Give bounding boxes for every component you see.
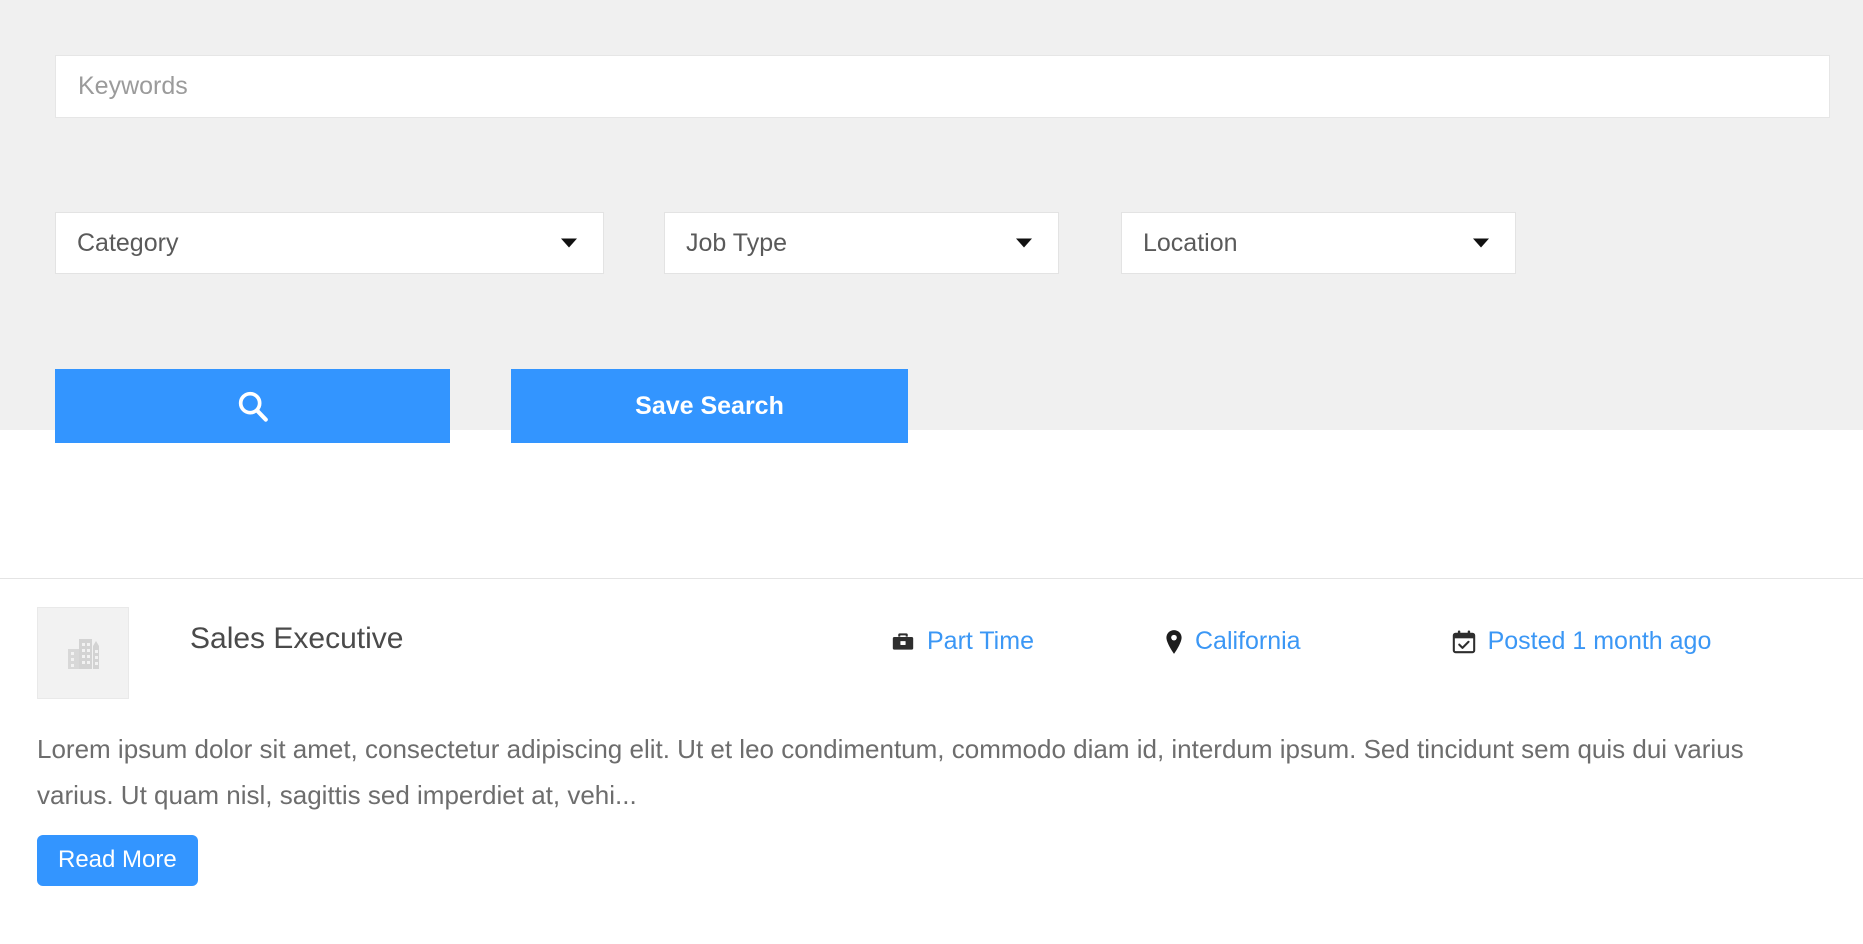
job-listing-header: Sales Executive Part Time California Pos… [0, 579, 1863, 719]
category-select-label: Category [77, 228, 179, 257]
jobtype-select[interactable]: Job Type [664, 212, 1059, 274]
job-search-panel: Category Job Type Location Save Search [0, 0, 1863, 443]
location-label: California [1194, 627, 1301, 655]
job-title[interactable]: Sales Executive [190, 622, 403, 656]
job-type-meta[interactable]: Part Time [890, 627, 1034, 656]
map-pin-icon [1164, 629, 1184, 655]
filter-dropdowns: Category Job Type Location [55, 212, 1516, 274]
calendar-check-icon [1451, 629, 1477, 655]
keywords-input[interactable] [55, 55, 1830, 118]
location-meta[interactable]: California [1164, 627, 1301, 656]
job-type-label: Part Time [927, 627, 1034, 655]
posted-date-label: Posted 1 month ago [1487, 627, 1712, 655]
category-select[interactable]: Category [55, 212, 604, 274]
company-logo [37, 607, 129, 699]
chevron-down-icon [561, 238, 577, 248]
job-listing-item[interactable]: Sales Executive Part Time California Pos… [0, 579, 1863, 886]
job-meta-row: Part Time California Posted 1 month ago [890, 627, 1711, 656]
chevron-down-icon [1473, 238, 1489, 248]
location-select[interactable]: Location [1121, 212, 1516, 274]
search-icon [238, 391, 268, 422]
chevron-down-icon [1016, 238, 1032, 248]
keywords-field-wrapper [55, 55, 1830, 118]
job-description: Lorem ipsum dolor sit amet, consectetur … [37, 734, 1744, 810]
read-more-button[interactable]: Read More [37, 835, 198, 886]
save-search-button[interactable]: Save Search [511, 369, 908, 443]
posted-date-meta: Posted 1 month ago [1451, 627, 1712, 656]
jobtype-select-label: Job Type [686, 228, 788, 257]
location-select-label: Location [1143, 228, 1238, 257]
search-button[interactable] [55, 369, 450, 443]
search-actions: Save Search [55, 369, 908, 443]
company-building-placeholder-icon [68, 639, 99, 669]
briefcase-icon [890, 629, 916, 655]
job-search-page: Category Job Type Location Save Search [0, 0, 1863, 944]
